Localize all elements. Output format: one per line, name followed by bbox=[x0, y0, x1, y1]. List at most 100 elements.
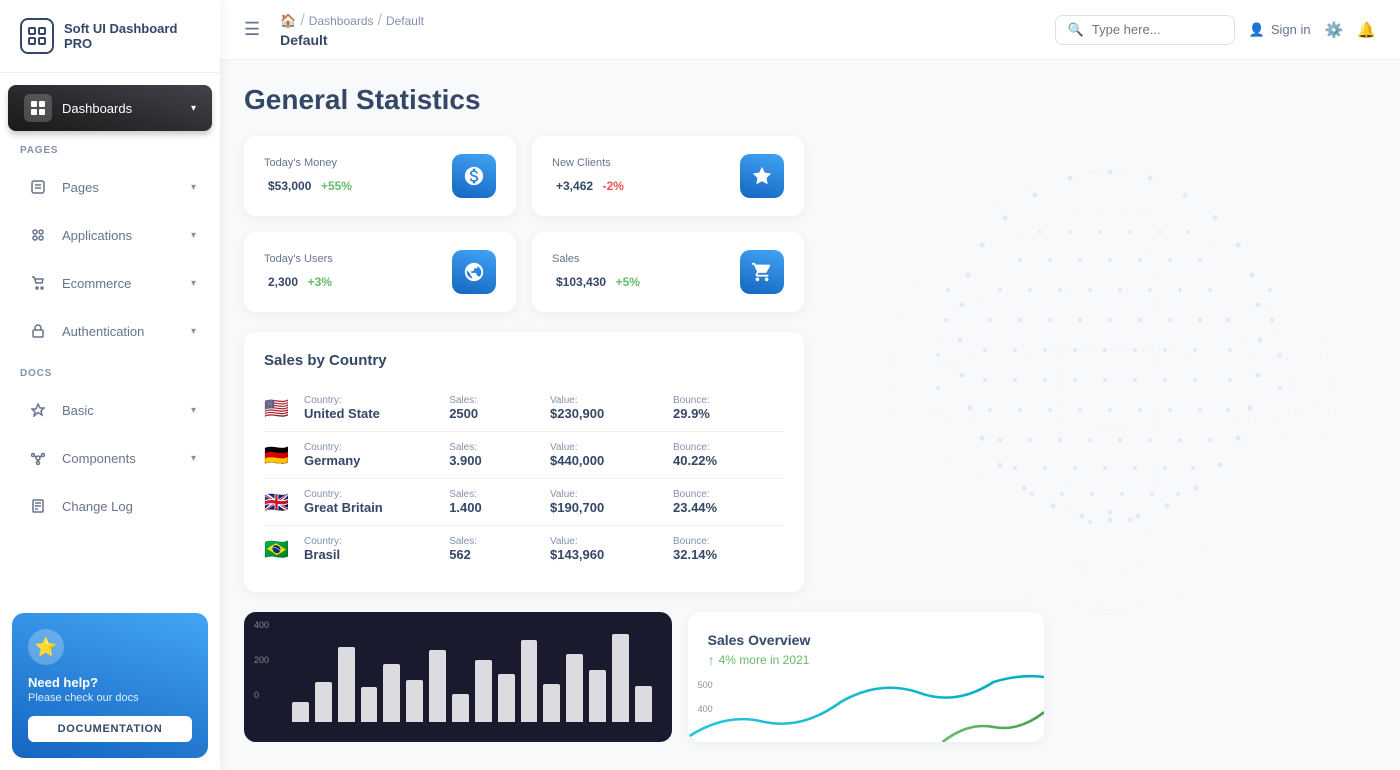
basic-label: Basic bbox=[62, 403, 191, 418]
topbar: ☰ 🏠 / Dashboards / Default Default 🔍 👤 S… bbox=[220, 0, 1400, 60]
bar-10 bbox=[521, 640, 538, 722]
app-name: Soft UI Dashboard PRO bbox=[64, 21, 200, 51]
pages-section-label: PAGES bbox=[0, 133, 220, 162]
bar-11 bbox=[543, 684, 560, 722]
flag-germany: 🇩🇪 bbox=[264, 443, 292, 468]
applications-label: Applications bbox=[62, 228, 191, 243]
clients-value: +3,462 -2% bbox=[552, 173, 624, 196]
components-label: Components bbox=[62, 451, 191, 466]
sidebar-nav: Dashboards ▾ PAGES Pages ▾ bbox=[0, 73, 220, 601]
flag-usa: 🇺🇸 bbox=[264, 396, 292, 421]
users-label: Today's Users bbox=[264, 253, 333, 265]
money-icon bbox=[452, 154, 496, 198]
user-icon: 👤 bbox=[1249, 22, 1265, 38]
authentication-label: Authentication bbox=[62, 324, 191, 339]
bar-7 bbox=[452, 694, 469, 722]
country-section-title: Sales by Country bbox=[264, 352, 784, 369]
home-icon: 🏠 bbox=[280, 13, 296, 29]
sidebar: Soft UI Dashboard PRO Dashboards ▾ PAGES bbox=[0, 0, 220, 770]
auth-icon bbox=[24, 317, 52, 345]
col-country-usa: Country: United State bbox=[304, 395, 437, 421]
basic-chevron: ▾ bbox=[191, 405, 196, 416]
content-area: General Statistics Today's Money $53,000… bbox=[220, 60, 1400, 770]
money-label: Today's Money bbox=[264, 157, 352, 169]
bar-14 bbox=[612, 634, 629, 722]
settings-icon[interactable]: ⚙️ bbox=[1325, 21, 1344, 39]
search-input[interactable] bbox=[1092, 22, 1222, 37]
breadcrumb-dashboards[interactable]: Dashboards bbox=[309, 14, 374, 28]
bar-6 bbox=[429, 650, 446, 722]
pages-chevron: ▾ bbox=[191, 182, 196, 193]
country-row-brazil: 🇧🇷 Country: Brasil Sales: 562 Value: $14… bbox=[264, 526, 784, 572]
overview-title: Sales Overview bbox=[708, 632, 1024, 648]
search-box[interactable]: 🔍 bbox=[1055, 15, 1235, 45]
page-title: General Statistics bbox=[244, 84, 1376, 116]
ecommerce-label: Ecommerce bbox=[62, 276, 191, 291]
country-row-germany: 🇩🇪 Country: Germany Sales: 3.900 Value: … bbox=[264, 432, 784, 479]
users-value: 2,300 +3% bbox=[264, 269, 333, 292]
help-subtitle: Please check our docs bbox=[28, 692, 192, 704]
sidebar-item-dashboards[interactable]: Dashboards ▾ bbox=[8, 85, 212, 131]
help-title: Need help? bbox=[28, 675, 192, 690]
bar-3 bbox=[361, 687, 378, 722]
sales-label: Sales bbox=[552, 253, 640, 265]
pages-label: Pages bbox=[62, 180, 191, 195]
stat-card-clients: New Clients +3,462 -2% bbox=[532, 136, 804, 216]
clients-label: New Clients bbox=[552, 157, 624, 169]
sales-overview-card: Sales Overview ↑ 4% more in 2021 500 400 bbox=[688, 612, 1044, 742]
notifications-icon[interactable]: 🔔 bbox=[1357, 21, 1376, 39]
bar-8 bbox=[475, 660, 492, 722]
country-section: Sales by Country 🇺🇸 Country: United Stat… bbox=[244, 332, 804, 592]
overview-subtitle: ↑ 4% more in 2021 bbox=[708, 652, 1024, 668]
dashboard-icon bbox=[24, 94, 52, 122]
stat-card-users: Today's Users 2,300 +3% bbox=[244, 232, 516, 312]
bar-1 bbox=[315, 682, 332, 722]
sidebar-item-components[interactable]: Components ▾ bbox=[8, 435, 212, 481]
components-icon bbox=[24, 444, 52, 472]
stat-card-money: Today's Money $53,000 +55% bbox=[244, 136, 516, 216]
hamburger-icon[interactable]: ☰ bbox=[244, 19, 260, 40]
documentation-button[interactable]: DOCUMENTATION bbox=[28, 716, 192, 742]
auth-chevron: ▾ bbox=[191, 326, 196, 337]
clients-icon bbox=[740, 154, 784, 198]
logo-icon bbox=[20, 18, 54, 54]
flag-brazil: 🇧🇷 bbox=[264, 537, 292, 562]
stat-card-sales: Sales $103,430 +5% bbox=[532, 232, 804, 312]
chart-y-400: 400 bbox=[254, 620, 269, 630]
sidebar-item-pages[interactable]: Pages ▾ bbox=[8, 164, 212, 210]
country-row-gb: 🇬🇧 Country: Great Britain Sales: 1.400 V… bbox=[264, 479, 784, 526]
components-chevron: ▾ bbox=[191, 453, 196, 464]
docs-section-label: DOCS bbox=[0, 356, 220, 385]
changelog-label: Change Log bbox=[62, 499, 196, 514]
globe-visualization bbox=[820, 140, 1400, 640]
sales-value: $103,430 +5% bbox=[552, 269, 640, 292]
page-current-label: Default bbox=[280, 32, 424, 48]
bar-15 bbox=[635, 686, 652, 722]
bar-2 bbox=[338, 647, 355, 722]
bar-5 bbox=[406, 680, 423, 722]
stats-grid: Today's Money $53,000 +55% New Clients bbox=[244, 136, 804, 312]
sales-icon bbox=[740, 250, 784, 294]
sidebar-item-authentication[interactable]: Authentication ▾ bbox=[8, 308, 212, 354]
sidebar-item-applications[interactable]: Applications ▾ bbox=[8, 212, 212, 258]
chart-y-200: 200 bbox=[254, 655, 269, 665]
flag-gb: 🇬🇧 bbox=[264, 490, 292, 515]
pages-icon bbox=[24, 173, 52, 201]
signin-button[interactable]: 👤 Sign in bbox=[1249, 22, 1311, 38]
users-icon bbox=[452, 250, 496, 294]
dashboards-label: Dashboards bbox=[62, 101, 191, 116]
bar-chart-card: 400 200 0 bbox=[244, 612, 672, 742]
ecommerce-icon bbox=[24, 269, 52, 297]
chart-y-0: 0 bbox=[254, 690, 269, 700]
main-area: ☰ 🏠 / Dashboards / Default Default 🔍 👤 S… bbox=[220, 0, 1400, 770]
sidebar-item-basic[interactable]: Basic ▾ bbox=[8, 387, 212, 433]
breadcrumb-current: Default bbox=[386, 14, 424, 28]
sidebar-logo: Soft UI Dashboard PRO bbox=[0, 0, 220, 73]
bottom-charts: 400 200 0 bbox=[244, 612, 1044, 742]
changelog-icon bbox=[24, 492, 52, 520]
sidebar-item-changelog[interactable]: Change Log bbox=[8, 483, 212, 529]
money-value: $53,000 +55% bbox=[264, 173, 352, 196]
basic-icon bbox=[24, 396, 52, 424]
sidebar-item-ecommerce[interactable]: Ecommerce ▾ bbox=[8, 260, 212, 306]
topbar-right: 🔍 👤 Sign in ⚙️ 🔔 bbox=[1055, 15, 1376, 45]
